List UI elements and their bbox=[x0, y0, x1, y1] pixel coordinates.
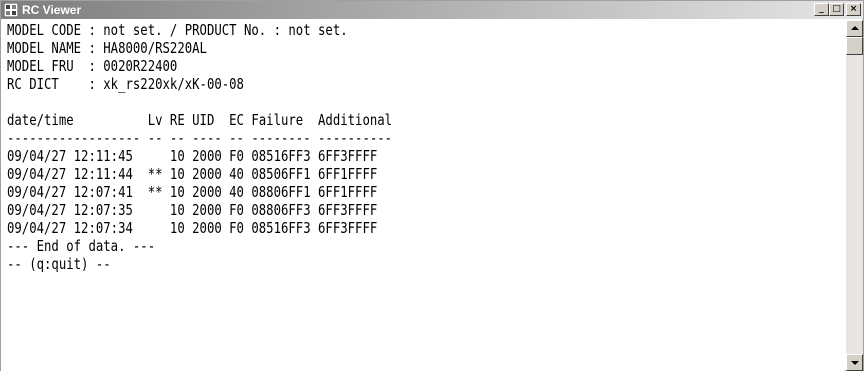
table-row: 09/04/27 12:07:35 10 2000 F0 08806FF3 6F… bbox=[7, 201, 378, 219]
model-code-line: MODEL CODE : not set. / PRODUCT No. : no… bbox=[7, 21, 348, 39]
table-row: 09/04/27 12:11:45 10 2000 F0 08516FF3 6F… bbox=[7, 147, 378, 165]
model-name-line: MODEL NAME : HA8000/RS220AL bbox=[7, 39, 207, 57]
rc-viewer-window: RC Viewer _ □ × MODEL CODE : not set. / … bbox=[0, 0, 864, 371]
rc-viewer-app-icon[interactable] bbox=[4, 3, 18, 17]
table-row: 09/04/27 12:11:44 ** 10 2000 40 08506FF1… bbox=[7, 165, 378, 183]
minimize-button[interactable]: _ bbox=[814, 3, 829, 16]
scrollbar-thumb[interactable] bbox=[846, 37, 863, 55]
close-button[interactable]: × bbox=[846, 3, 861, 16]
arrow-up-icon bbox=[851, 26, 859, 30]
window-title: RC Viewer bbox=[22, 3, 82, 17]
maximize-button[interactable]: □ bbox=[829, 3, 844, 16]
table-separator: ------------------ -- -- ---- -- -------… bbox=[7, 129, 393, 147]
vertical-scrollbar[interactable] bbox=[846, 20, 863, 371]
scroll-up-button[interactable] bbox=[846, 20, 863, 37]
table-row: 09/04/27 12:07:34 10 2000 F0 08516FF3 6F… bbox=[7, 219, 378, 237]
model-fru-line: MODEL FRU : 0020R22400 bbox=[7, 57, 178, 75]
rc-dict-line: RC DICT : xk_rs220xk/xK-00-08 bbox=[7, 75, 244, 93]
end-of-data-marker: --- End of data. --- bbox=[7, 237, 156, 255]
console-output[interactable]: MODEL CODE : not set. / PRODUCT No. : no… bbox=[1, 20, 845, 371]
scroll-down-button[interactable] bbox=[846, 354, 863, 371]
table-row: 09/04/27 12:07:41 ** 10 2000 40 08806FF1… bbox=[7, 183, 378, 201]
title-bar[interactable]: RC Viewer _ □ × bbox=[1, 1, 863, 19]
arrow-down-icon bbox=[851, 361, 859, 365]
quit-prompt: -- (q:quit) -- bbox=[7, 255, 111, 273]
table-header: date/time Lv RE UID EC Failure Additiona… bbox=[7, 111, 393, 129]
